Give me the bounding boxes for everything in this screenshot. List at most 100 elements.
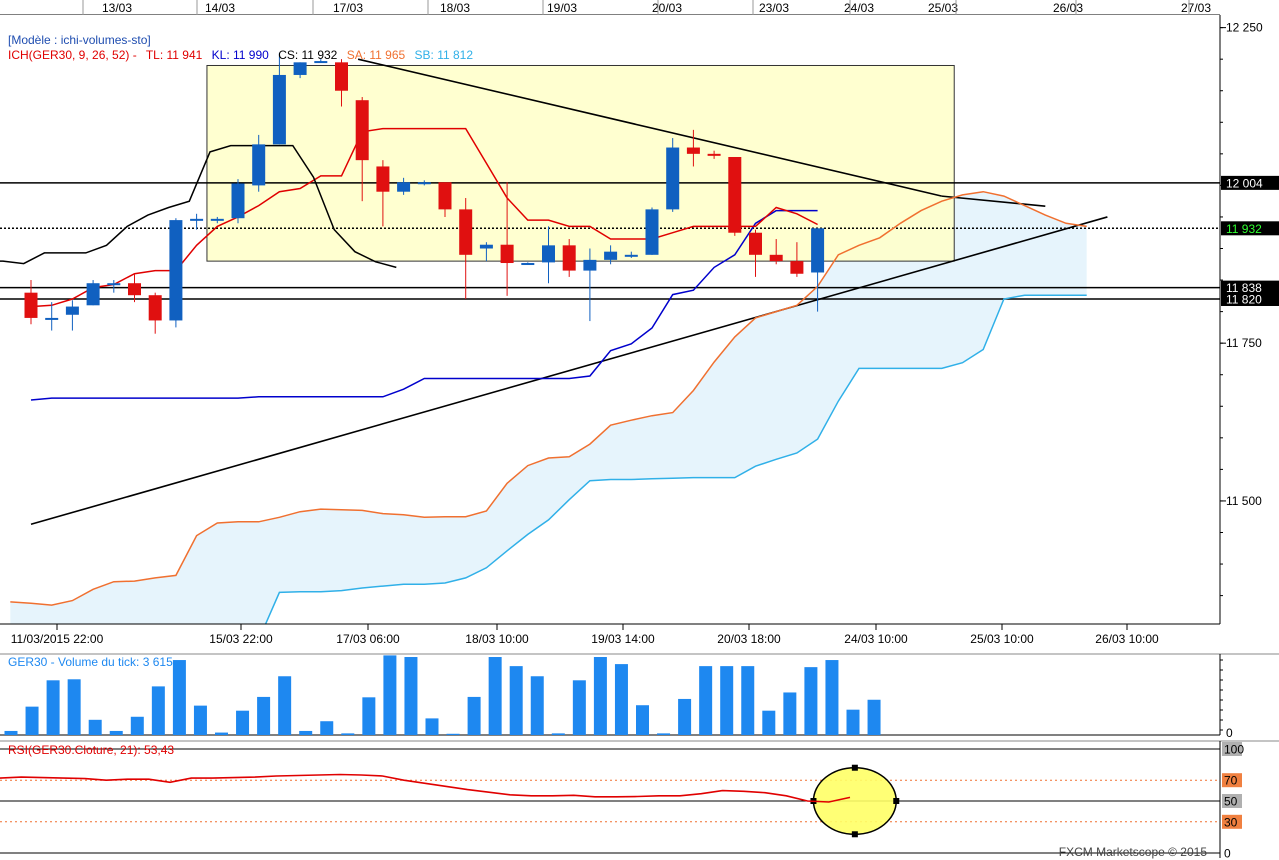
volume-bar: [636, 705, 649, 735]
candle-body: [86, 283, 100, 306]
candle: [169, 218, 183, 328]
top-date-label: 25/03: [928, 1, 958, 15]
volume-bar: [278, 676, 292, 735]
highlight-rectangle: [206, 64, 955, 262]
price-label-tag: 12 004: [1221, 175, 1279, 190]
volume-bar: [783, 692, 797, 735]
candle-body: [65, 306, 79, 315]
top-date-label: 17/03: [333, 1, 363, 15]
volume-bar: [509, 666, 523, 735]
price-label-tag: 11 820: [1221, 291, 1279, 306]
volume-bar: [299, 730, 313, 735]
candle-body: [417, 182, 431, 185]
volume-bar: [257, 696, 271, 735]
rsi-legend: RSI(GER30.Cloture, 21): 53,43: [8, 743, 174, 757]
candle-body: [728, 156, 742, 233]
volume-bar: [825, 660, 839, 735]
candle-body: [355, 100, 369, 161]
rsi-tick-label: 100: [1224, 743, 1244, 757]
top-date-label: 13/03: [102, 1, 132, 15]
price-tick-label: 11 500: [1226, 494, 1262, 508]
candle-body: [769, 254, 783, 262]
volume-bar: [593, 657, 607, 735]
volume-bar: [467, 696, 481, 735]
volume-bar: [530, 676, 544, 735]
volume-bar: [446, 733, 460, 735]
price-label-tag: 11 932: [1221, 221, 1279, 236]
date-tick-label: 18/03 10:00: [465, 632, 529, 646]
volume-bar: [762, 710, 776, 735]
top-date-label: 26/03: [1053, 1, 1083, 15]
kijun-value: KL: 11 990: [212, 48, 269, 62]
rsi-tick-label: 0: [1224, 847, 1231, 860]
price-tick-label: 12 250: [1226, 21, 1263, 35]
volume-bar: [109, 730, 123, 735]
candle-body: [24, 292, 38, 318]
ichimoku-legend: ICH(GER30, 9, 26, 52) - TL: 11 941 KL: 1…: [8, 48, 473, 62]
rsi-tick: 0: [1224, 847, 1231, 860]
senkou-b-value: SB: 11 812: [415, 48, 474, 62]
price-label-text: 11 932: [1226, 222, 1262, 236]
candle-body: [293, 62, 307, 75]
volume-bar: [341, 733, 355, 735]
rsi-highlight-ellipse[interactable]: [812, 766, 898, 836]
candle-body: [128, 283, 141, 296]
volume-bar: [130, 716, 144, 735]
price-pane[interactable]: [0, 15, 1220, 640]
candle-body: [479, 244, 493, 249]
volume-bar: [404, 657, 418, 735]
top-date-label: 24/03: [844, 1, 874, 15]
rsi-tick: 100: [1222, 742, 1244, 757]
volume-bar: [25, 706, 39, 735]
candle-body: [459, 209, 473, 255]
date-tick-label: 26/03 10:00: [1095, 632, 1159, 646]
ellipse-handle[interactable]: [851, 831, 858, 838]
volume-bar: [488, 657, 502, 735]
candle-body: [190, 218, 204, 221]
date-tick-label: 20/03 18:00: [717, 632, 781, 646]
volume-bar: [804, 667, 818, 735]
tenkan-value: TL: 11 941: [146, 48, 203, 62]
ellipse-handle[interactable]: [851, 764, 858, 771]
volume-bar: [193, 705, 207, 735]
candle: [666, 138, 680, 212]
volume-bar: [362, 697, 376, 735]
candle-body: [107, 283, 121, 286]
ellipse-handle[interactable]: [893, 798, 900, 804]
candle: [728, 156, 742, 236]
volume-bar: [88, 719, 102, 735]
candle-body: [500, 244, 514, 264]
date-tick-label: 25/03 10:00: [970, 632, 1034, 646]
volume-bar: [699, 666, 713, 735]
price-tick-label: 11 750: [1226, 336, 1262, 350]
top-date-label: 27/03: [1181, 1, 1211, 15]
candle: [86, 280, 100, 306]
rsi-tick: 70: [1222, 773, 1242, 788]
volume-bar: [572, 680, 586, 735]
volume-bar: [383, 655, 397, 735]
candle: [231, 179, 245, 224]
candle-body: [210, 218, 224, 221]
candle-body: [272, 74, 286, 145]
volume-bar: [4, 730, 18, 735]
candle-body: [397, 182, 411, 192]
candle-body: [438, 182, 452, 210]
chart-canvas[interactable]: 13/03 14/03 17/03 18/03 19/03 20/03 23/03 24/03…: [0, 0, 1279, 860]
volume-bar: [867, 699, 881, 735]
price-label-text: 11 820: [1226, 292, 1262, 306]
candle-body: [624, 254, 638, 257]
candle-body: [604, 251, 618, 260]
rsi-tick: 50: [1222, 794, 1242, 809]
volume-bar: [720, 666, 734, 735]
candle-body: [790, 261, 804, 274]
candle-body: [45, 317, 59, 320]
rsi-tick-label: 30: [1224, 815, 1238, 829]
date-tick-label: 24/03 10:00: [844, 632, 908, 646]
volume-bar: [172, 660, 186, 735]
date-tick-label: 17/03 06:00: [336, 632, 400, 646]
volume-bar: [320, 721, 334, 735]
candle-body: [169, 220, 183, 321]
rsi-tick: 30: [1222, 814, 1242, 829]
rsi-tick-label: 70: [1224, 774, 1238, 788]
price-label-text: 12 004: [1226, 176, 1263, 190]
